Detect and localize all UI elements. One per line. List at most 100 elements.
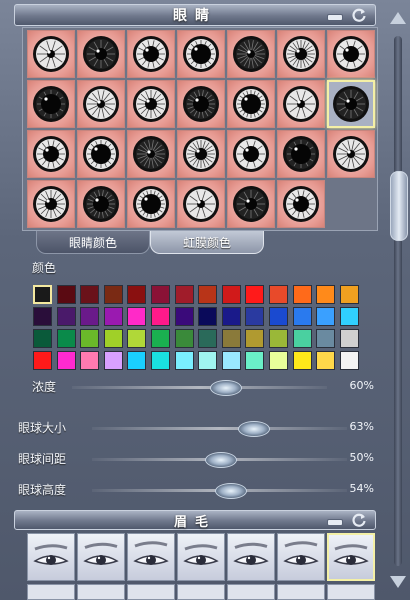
color-swatch[interactable] [339,351,359,370]
scroll-track[interactable] [394,36,402,566]
color-swatch[interactable] [198,351,218,370]
eye-style-shattered-iris[interactable] [177,130,225,178]
brow-minimize-icon[interactable] [327,519,343,526]
color-swatch[interactable] [33,351,52,370]
eye-style-flower-iris[interactable] [27,130,75,178]
color-swatch[interactable] [80,307,100,326]
color-swatch[interactable] [292,307,312,326]
scroll-down-icon[interactable] [390,576,406,588]
color-swatch[interactable] [33,307,52,326]
color-swatch[interactable] [221,329,241,348]
eye-style-pale-iris[interactable] [227,30,275,78]
color-swatch[interactable] [127,351,147,370]
brow-refresh-icon[interactable] [351,512,367,528]
slider-knob[interactable] [210,380,242,396]
color-swatch[interactable] [56,351,76,370]
color-swatch[interactable] [127,329,147,348]
eye-style-spiked-iris[interactable] [127,30,175,78]
brow-style-brow-2[interactable] [77,533,125,581]
color-swatch[interactable] [269,351,288,370]
color-swatch[interactable] [316,351,336,370]
color-swatch[interactable] [221,307,241,326]
color-swatch[interactable] [221,351,241,370]
color-swatch[interactable] [269,329,288,348]
brow-style-brow-1[interactable] [27,533,75,581]
eye-style-radial-iris[interactable] [77,80,125,128]
color-swatch[interactable] [151,307,170,326]
eye-style-swirl-iris[interactable] [177,180,225,228]
color-swatch[interactable] [198,307,218,326]
color-swatch[interactable] [316,307,336,326]
eye-style-mirror-pupil[interactable] [327,80,375,128]
eye-style-large-pupil[interactable] [227,80,275,128]
color-swatch[interactable] [56,329,76,348]
color-swatch[interactable] [221,285,241,304]
color-swatch[interactable] [269,285,288,304]
color-swatch[interactable] [339,329,359,348]
brow-style-partial[interactable] [127,584,175,600]
eye-style-heart-pupil[interactable] [177,30,225,78]
scrollbar[interactable] [388,6,408,596]
color-swatch[interactable] [339,307,359,326]
color-swatch[interactable] [245,329,265,348]
eye-style-pale-ring[interactable] [77,130,125,178]
eye-style-dark-iris[interactable] [27,30,75,78]
eye-style-spiral-iris[interactable] [227,180,275,228]
color-swatch[interactable] [151,329,170,348]
eye-style-triskelion[interactable] [27,180,75,228]
scroll-up-icon[interactable] [390,12,406,24]
color-swatch[interactable] [174,307,194,326]
eye-style-dark-ring[interactable] [277,80,325,128]
color-swatch[interactable] [316,329,336,348]
color-swatch[interactable] [33,285,52,304]
color-swatch[interactable] [80,285,100,304]
brow-style-partial[interactable] [27,584,75,600]
color-swatch[interactable] [245,307,265,326]
color-swatch[interactable] [339,285,359,304]
color-swatch[interactable] [56,285,76,304]
eye-style-blank-star[interactable] [277,130,325,178]
tab-iris-color[interactable]: 虹膜颜色 [150,231,264,254]
color-swatch[interactable] [103,351,123,370]
brow-style-partial[interactable] [277,584,325,600]
color-swatch[interactable] [103,307,123,326]
slider-track[interactable] [92,427,347,430]
color-swatch[interactable] [151,351,170,370]
color-swatch[interactable] [316,285,336,304]
eye-style-ringed-iris[interactable] [27,80,75,128]
slider-knob[interactable] [214,483,247,499]
eye-style-dark-disc[interactable] [127,130,175,178]
color-swatch[interactable] [127,285,147,304]
color-swatch[interactable] [56,307,76,326]
eye-style-grey-cog[interactable] [277,180,325,228]
eye-style-slit-pupil[interactable] [177,80,225,128]
scroll-thumb[interactable] [390,171,408,241]
refresh-icon[interactable] [351,7,367,23]
color-swatch[interactable] [80,329,100,348]
color-swatch[interactable] [269,307,288,326]
color-swatch[interactable] [151,285,170,304]
color-swatch[interactable] [103,329,123,348]
color-swatch[interactable] [174,329,194,348]
color-swatch[interactable] [174,285,194,304]
eye-style-glossy-pupil[interactable] [127,180,175,228]
slider-track[interactable] [72,386,327,389]
color-swatch[interactable] [198,285,218,304]
slider-knob[interactable] [237,421,270,437]
color-swatch[interactable] [245,285,265,304]
eye-style-black-pupil[interactable] [77,30,125,78]
eye-style-star-pupil[interactable] [327,130,375,178]
brow-style-brow-5[interactable] [227,533,275,581]
color-swatch[interactable] [292,351,312,370]
brow-style-brow-7[interactable] [327,533,375,581]
color-swatch[interactable] [245,351,265,370]
color-swatch[interactable] [103,285,123,304]
minimize-icon[interactable] [327,14,343,21]
color-swatch[interactable] [174,351,194,370]
color-swatch[interactable] [33,329,52,348]
eye-style-cracked-iris[interactable] [227,130,275,178]
eye-style-crater-iris[interactable] [327,30,375,78]
brow-style-partial[interactable] [327,584,375,600]
eye-style-snowflake-iris[interactable] [77,180,125,228]
color-swatch[interactable] [292,329,312,348]
